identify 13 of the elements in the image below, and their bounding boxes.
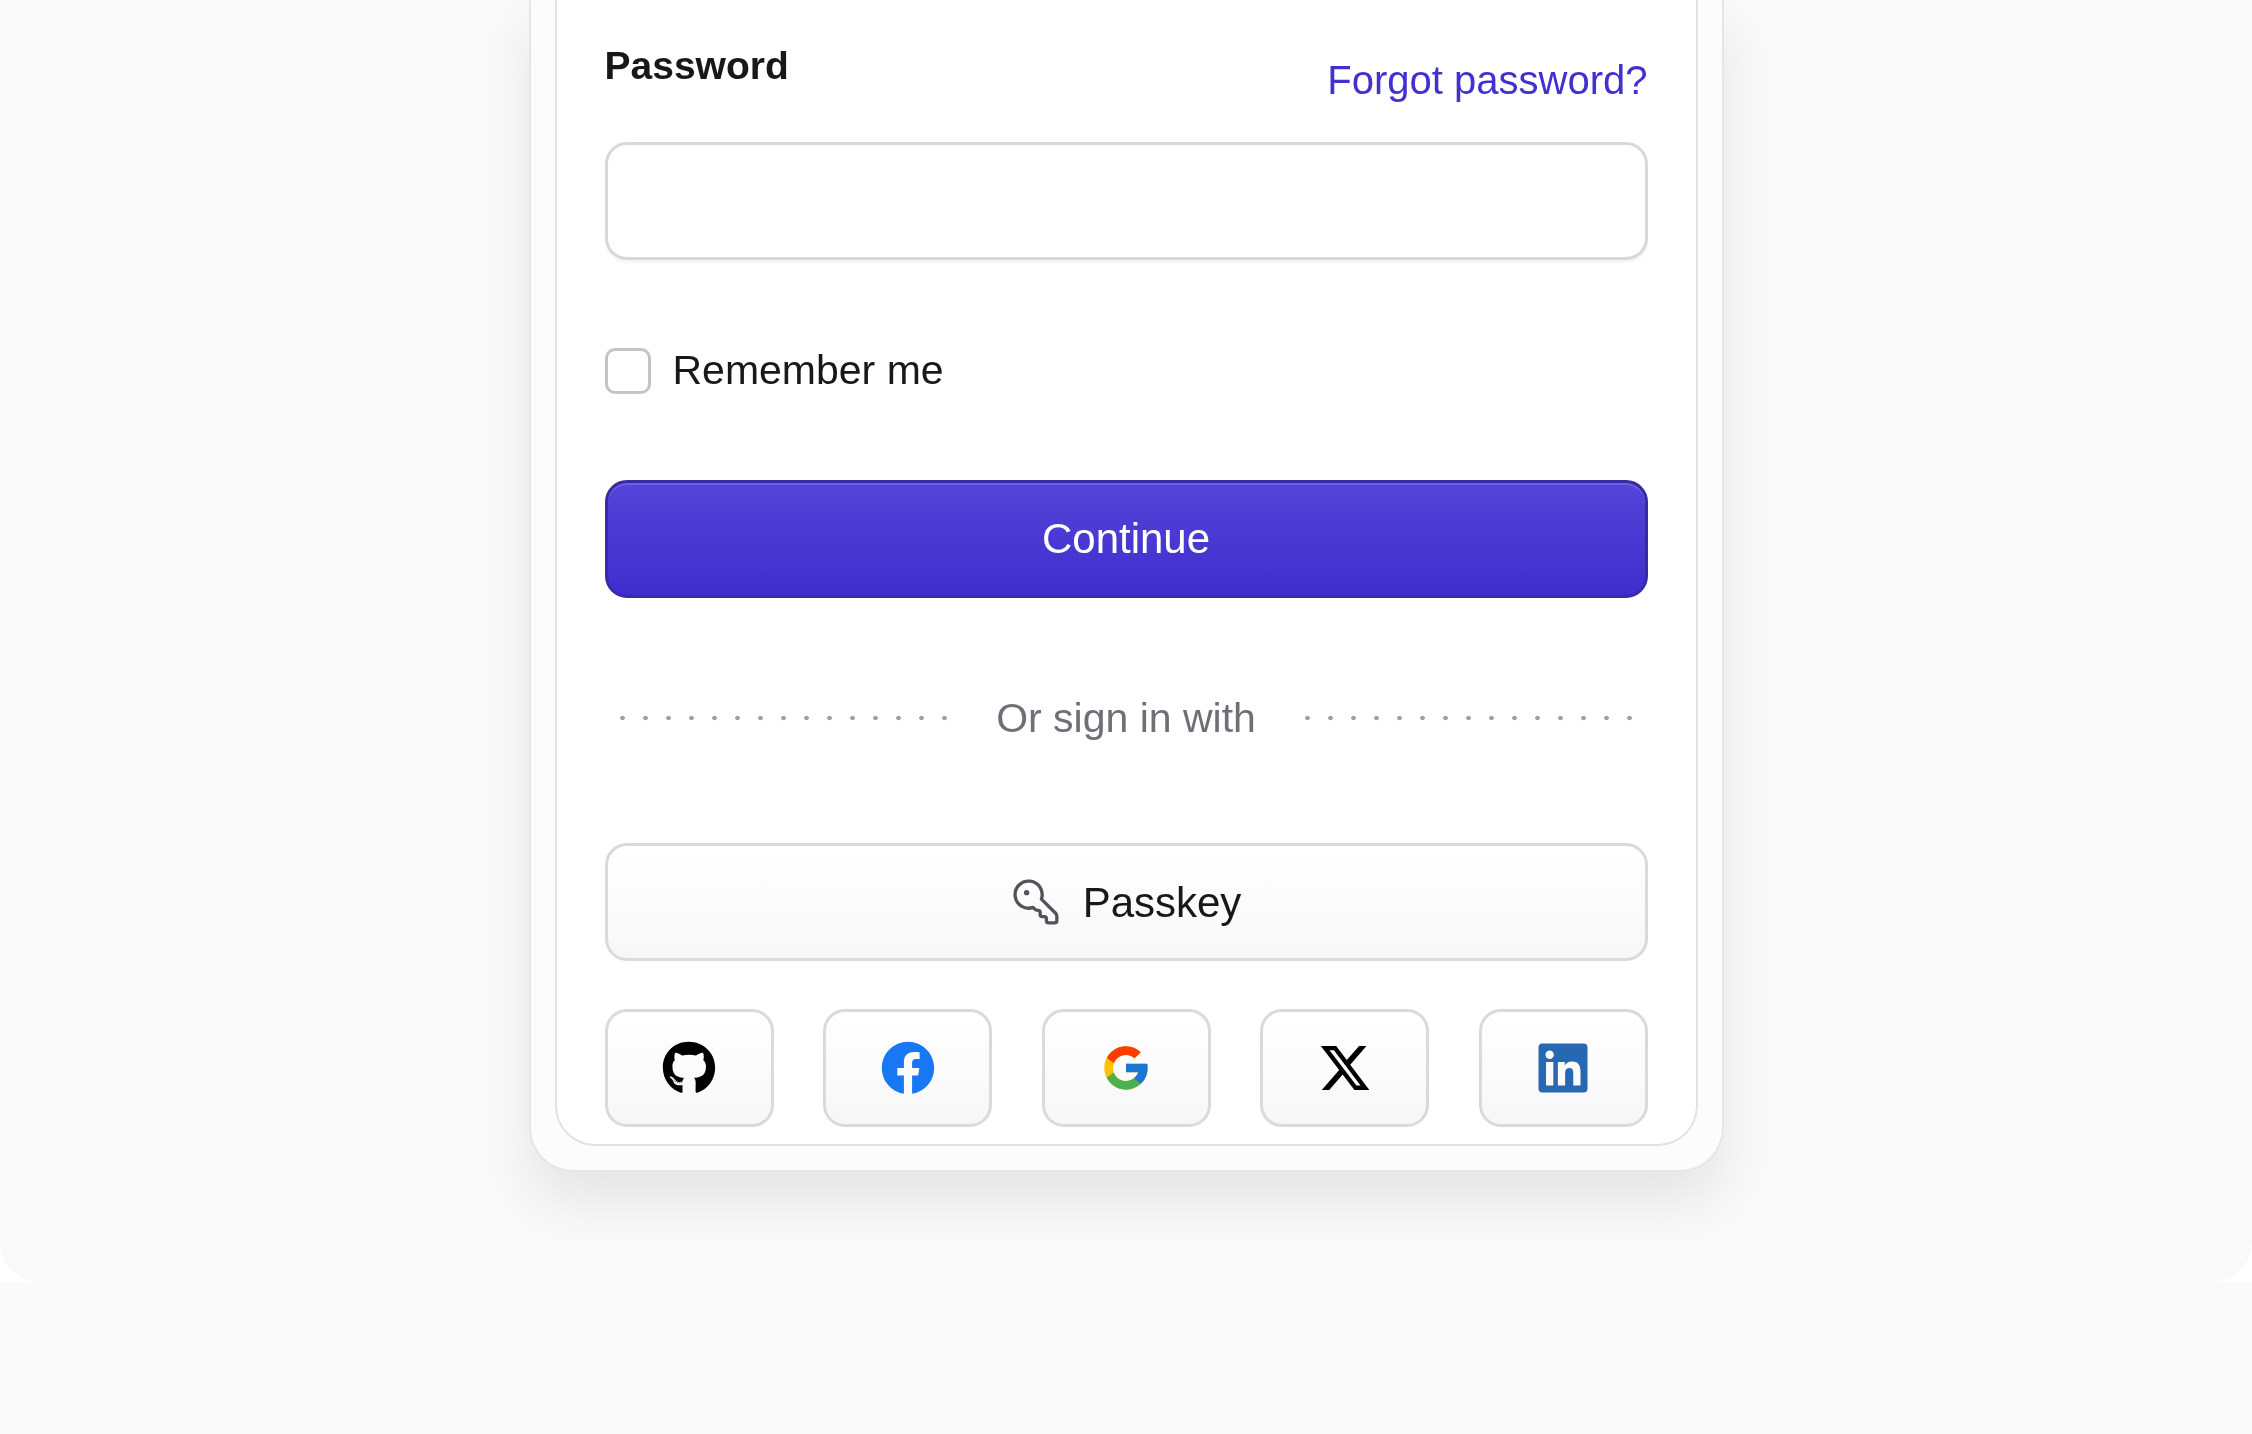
cat-silhouette-icon [662,1041,716,1095]
forgot-password-link[interactable]: Forgot password? [1327,60,1648,100]
password-field[interactable] [604,142,1648,260]
remember-label: Remember me [672,346,944,395]
continue-button[interactable]: Continue [604,479,1648,598]
social-login-button[interactable] [604,1009,774,1127]
divider-label: Or sign in with [996,693,1256,743]
social-login-button[interactable] [1260,1009,1429,1127]
key-icon [1010,877,1061,927]
remember-checkbox[interactable] [604,347,651,394]
passkey-button[interactable]: Passkey [604,843,1648,961]
facebook-icon [880,1041,935,1095]
password-label: Password [604,46,789,85]
